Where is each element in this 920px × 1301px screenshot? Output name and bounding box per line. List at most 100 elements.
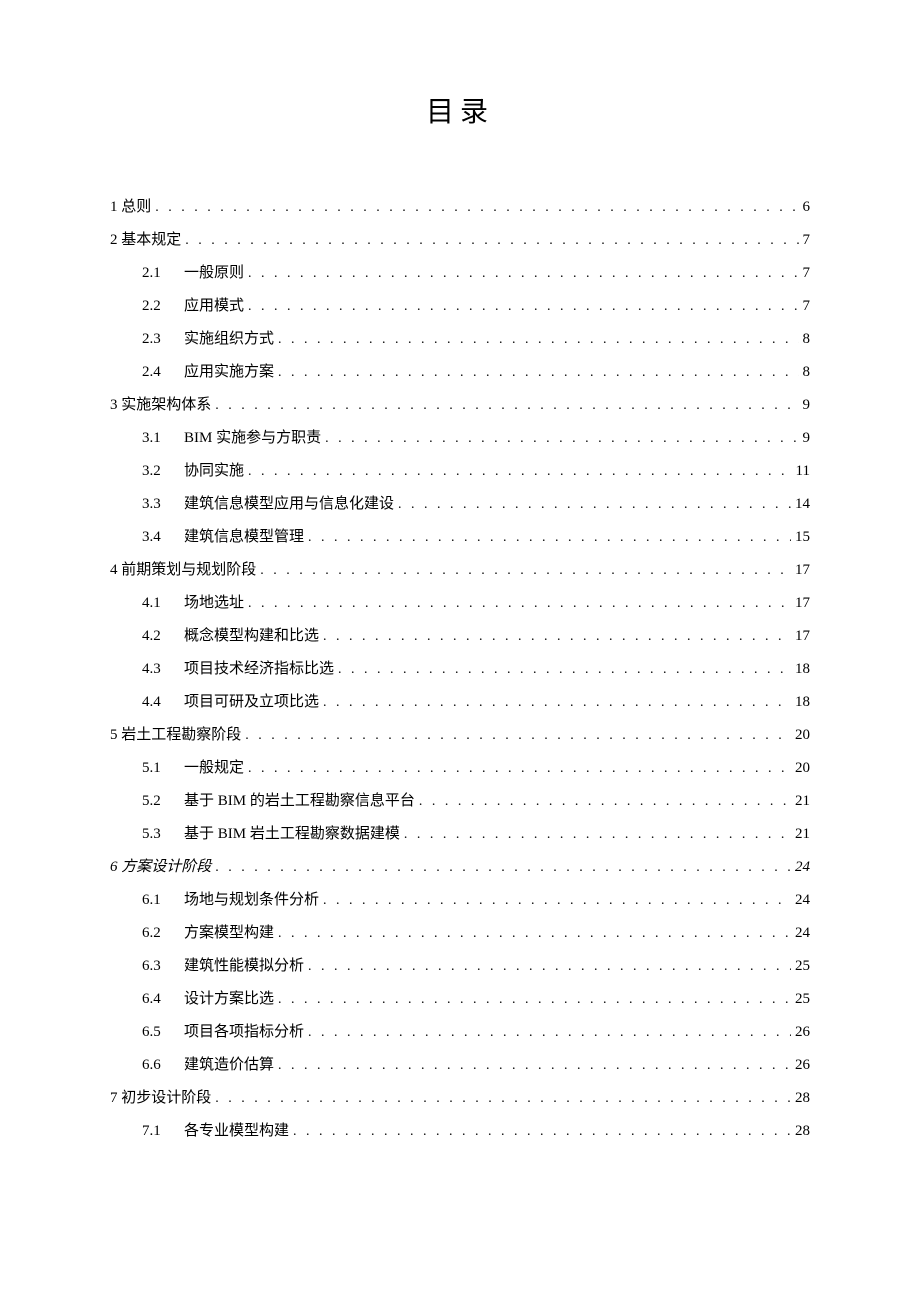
toc-entry-page: 17 [791,596,810,611]
toc-entry-page: 28 [791,1091,810,1106]
toc-entry-page: 6 [799,200,811,215]
toc-dots-leader [245,729,791,743]
toc-dots-leader [323,696,791,710]
toc-entry: 4.2概念模型构建和比选17 [110,629,810,644]
toc-entry-number: 4.1 [142,596,184,611]
toc-dots-leader [215,399,798,413]
toc-entry: 6.4设计方案比选25 [110,992,810,1007]
toc-entry-label: 概念模型构建和比选 [184,629,323,644]
toc-entry-page: 25 [791,959,810,974]
toc-entry: 2 基本规定7 [110,233,810,248]
toc-dots-leader [308,1026,791,1040]
toc-entry-number: 3.3 [142,497,184,512]
toc-entry: 3 实施架构体系 9 [110,398,810,413]
toc-entry-number: 3.4 [142,530,184,545]
toc-entry-number: 4.2 [142,629,184,644]
toc-entry-page: 24 [791,893,810,908]
toc-entry: 1 总则 6 [110,200,810,215]
toc-entry-number: 3.1 [142,431,184,446]
toc-entry-number: 6.2 [142,926,184,941]
toc-entry-number: 6.6 [142,1058,184,1073]
toc-entry: 4 前期策划与规划阶段 17 [110,563,810,578]
toc-entry: 6 方案设计阶段 24 [110,860,810,875]
toc-entry-heading: 1 总则 [110,200,155,215]
toc-entry-number: 4.4 [142,695,184,710]
toc-entry: 6.6建筑造价估算26 [110,1058,810,1073]
toc-entry-label: 设计方案比选 [184,992,278,1007]
toc-entry: 2.3实施组织方式8 [110,332,810,347]
toc-dots-leader [419,795,791,809]
toc-entry-page: 25 [791,992,810,1007]
toc-entry: 2.2应用模式7 [110,299,810,314]
toc-entry: 7.1各专业模型构建28 [110,1124,810,1139]
toc-entry-label: 一般原则 [184,266,248,281]
toc-entry-page: 17 [791,563,810,578]
toc-entry-label: 建筑信息模型应用与信息化建设 [184,497,398,512]
toc-dots-leader [248,267,798,281]
toc-entry-page: 7 [799,233,811,248]
toc-entry-number: 3.2 [142,464,184,479]
toc-entry-number: 2.3 [142,332,184,347]
toc-entry-page: 26 [791,1025,810,1040]
toc-entry-page: 24 [791,860,810,875]
toc-entry-number: 6.5 [142,1025,184,1040]
toc-entry-heading: 5 岩土工程勘察阶段 [110,728,245,743]
toc-dots-leader [260,564,791,578]
toc-entry: 4.4项目可研及立项比选18 [110,695,810,710]
toc-dots-leader [248,597,791,611]
toc-entry-label: 实施组织方式 [184,332,278,347]
toc-dots-leader [293,1125,791,1139]
toc-entry-page: 8 [799,365,811,380]
toc-entry-number: 2.1 [142,266,184,281]
toc-entry-page: 20 [791,728,810,743]
toc-entry-number: 6.1 [142,893,184,908]
table-of-contents: 1 总则62 基本规定72.1一般原则72.2应用模式72.3实施组织方式82.… [110,200,810,1139]
toc-entry-heading: 6 方案设计阶段 [110,860,215,875]
toc-entry-label: 应用模式 [184,299,248,314]
toc-entry-heading: 3 实施架构体系 [110,398,215,413]
toc-dots-leader [308,960,791,974]
toc-dots-leader [248,762,791,776]
toc-entry-label: 应用实施方案 [184,365,278,380]
toc-entry-label: 场地选址 [184,596,248,611]
toc-entry-page: 21 [791,827,810,842]
toc-entry: 6.3建筑性能模拟分析25 [110,959,810,974]
toc-entry: 5 岩土工程勘察阶段 20 [110,728,810,743]
toc-dots-leader [398,498,791,512]
toc-dots-leader [404,828,791,842]
toc-entry: 6.1场地与规划条件分析 24 [110,893,810,908]
toc-entry: 2.1一般原则7 [110,266,810,281]
toc-entry-label: 建筑性能模拟分析 [184,959,308,974]
toc-entry: 5.1一般规定20 [110,761,810,776]
toc-entry-number: 5.1 [142,761,184,776]
toc-entry: 3.2协同实施11 [110,464,810,479]
toc-entry-page: 24 [791,926,810,941]
toc-entry-label: 协同实施 [184,464,248,479]
toc-dots-leader [338,663,791,677]
toc-dots-leader [323,894,791,908]
toc-entry-heading: 4 前期策划与规划阶段 [110,563,260,578]
toc-entry: 2.4应用实施方案8 [110,365,810,380]
toc-entry-label: 建筑信息模型管理 [184,530,308,545]
toc-entry-label: 基于 BIM 岩土工程勘察数据建模 [184,827,404,842]
toc-entry: 3.4建筑信息模型管理 15 [110,530,810,545]
toc-dots-leader [278,927,791,941]
toc-entry-page: 9 [799,431,811,446]
toc-entry-label: 项目技术经济指标比选 [184,662,338,677]
toc-entry-page: 15 [791,530,810,545]
toc-entry-label: 项目可研及立项比选 [184,695,323,710]
toc-entry: 5.3基于 BIM 岩土工程勘察数据建模21 [110,827,810,842]
document-page: 目录 1 总则62 基本规定72.1一般原则72.2应用模式72.3实施组织方式… [0,0,920,1301]
toc-dots-leader [278,333,798,347]
toc-entry-label: BIM 实施参与方职责 [184,431,325,446]
toc-entry-label: 场地与规划条件分析 [184,893,323,908]
toc-entry-label: 方案模型构建 [184,926,278,941]
toc-entry-page: 20 [791,761,810,776]
toc-dots-leader [308,531,791,545]
toc-entry: 4.1场地选址 17 [110,596,810,611]
toc-entry-page: 26 [791,1058,810,1073]
toc-entry-label: 项目各项指标分析 [184,1025,308,1040]
toc-entry: 6.5项目各项指标分析 26 [110,1025,810,1040]
toc-entry-page: 9 [799,398,811,413]
toc-dots-leader [278,366,798,380]
